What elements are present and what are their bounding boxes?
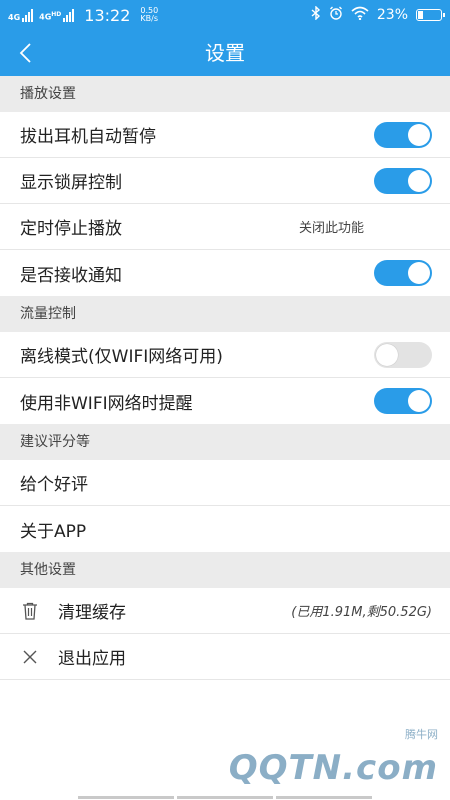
cell-signal-1: 4G [8,8,34,22]
cell-signal-2: 4GHD [39,8,75,22]
status-left: 4G 4GHD 13:22 0.50 KB/s [8,6,158,25]
section-header-other: 其他设置 [0,552,450,588]
row-label: 给个好评 [20,475,88,495]
clock: 13:22 [84,5,131,25]
trash-icon [20,601,40,621]
close-icon [20,647,40,667]
row-auto-pause[interactable]: 拔出耳机自动暂停 [0,112,450,158]
sleep-timer-value: 关闭此功能 [298,221,364,236]
row-label: 关于APP [20,521,87,542]
bluetooth-icon [311,5,321,24]
row-label: 使用非WIFI网络时提醒 [20,393,193,414]
watermark-small: 腾牛网 [405,728,438,741]
row-lockscreen-control[interactable]: 显示锁屏控制 [0,158,450,204]
lockscreen-control-toggle[interactable] [374,167,432,194]
signal-label-2: 4GHD [39,11,61,22]
offline-mode-toggle[interactable] [374,341,432,368]
nav-indicator [0,796,450,800]
title-bar: 设置 [0,30,450,76]
row-label: 定时停止播放 [20,219,122,239]
settings-list: 播放设置 拔出耳机自动暂停 显示锁屏控制 定时停止播放 关闭此功能 是否接收通知… [0,76,450,680]
row-offline-mode[interactable]: 离线模式(仅WIFI网络可用) [0,332,450,378]
row-label: 清理缓存 [58,603,126,623]
row-label: 显示锁屏控制 [20,173,122,193]
page-title: 设置 [205,41,245,65]
network-speed: 0.50 KB/s [140,7,158,23]
row-sleep-timer[interactable]: 定时停止播放 关闭此功能 [0,204,450,250]
row-label: 拔出耳机自动暂停 [20,127,156,147]
battery-icon [416,9,445,21]
status-right: 23% [311,5,445,24]
section-header-feedback: 建议评分等 [0,424,450,460]
row-clear-cache[interactable]: 清理缓存 (已用1.91M,剩50.52G) [0,588,450,634]
section-header-traffic: 流量控制 [0,296,450,332]
non-wifi-alert-toggle[interactable] [374,388,432,414]
notifications-toggle[interactable] [374,260,432,286]
section-header-playback: 播放设置 [0,76,450,112]
signal-label-2-text: 4G [39,13,52,22]
status-bar: 4G 4GHD 13:22 0.50 KB/s 23% [0,0,450,30]
row-label: 是否接收通知 [20,265,122,286]
signal-label-1: 4G [8,13,21,22]
row-label: 退出应用 [58,649,126,669]
watermark: 腾牛网 QQTN.com [229,722,438,792]
network-speed-unit: KB/s [140,14,159,23]
alarm-icon [329,6,343,24]
row-rate-app[interactable]: 给个好评 [0,460,450,506]
cache-usage-value: (已用1.91M,剩50.52G) [291,605,432,620]
row-about-app[interactable]: 关于APP [0,506,450,552]
row-exit-app[interactable]: 退出应用 [0,634,450,680]
wifi-icon [351,6,369,24]
watermark-logo: QQTN.com [228,748,438,788]
row-receive-notifications[interactable]: 是否接收通知 [0,250,450,296]
row-label: 离线模式(仅WIFI网络可用) [20,347,223,367]
auto-pause-toggle[interactable] [374,121,432,148]
signal-label-2-sup: HD [51,11,62,19]
battery-percent: 23% [376,7,408,23]
row-non-wifi-alert[interactable]: 使用非WIFI网络时提醒 [0,378,450,424]
